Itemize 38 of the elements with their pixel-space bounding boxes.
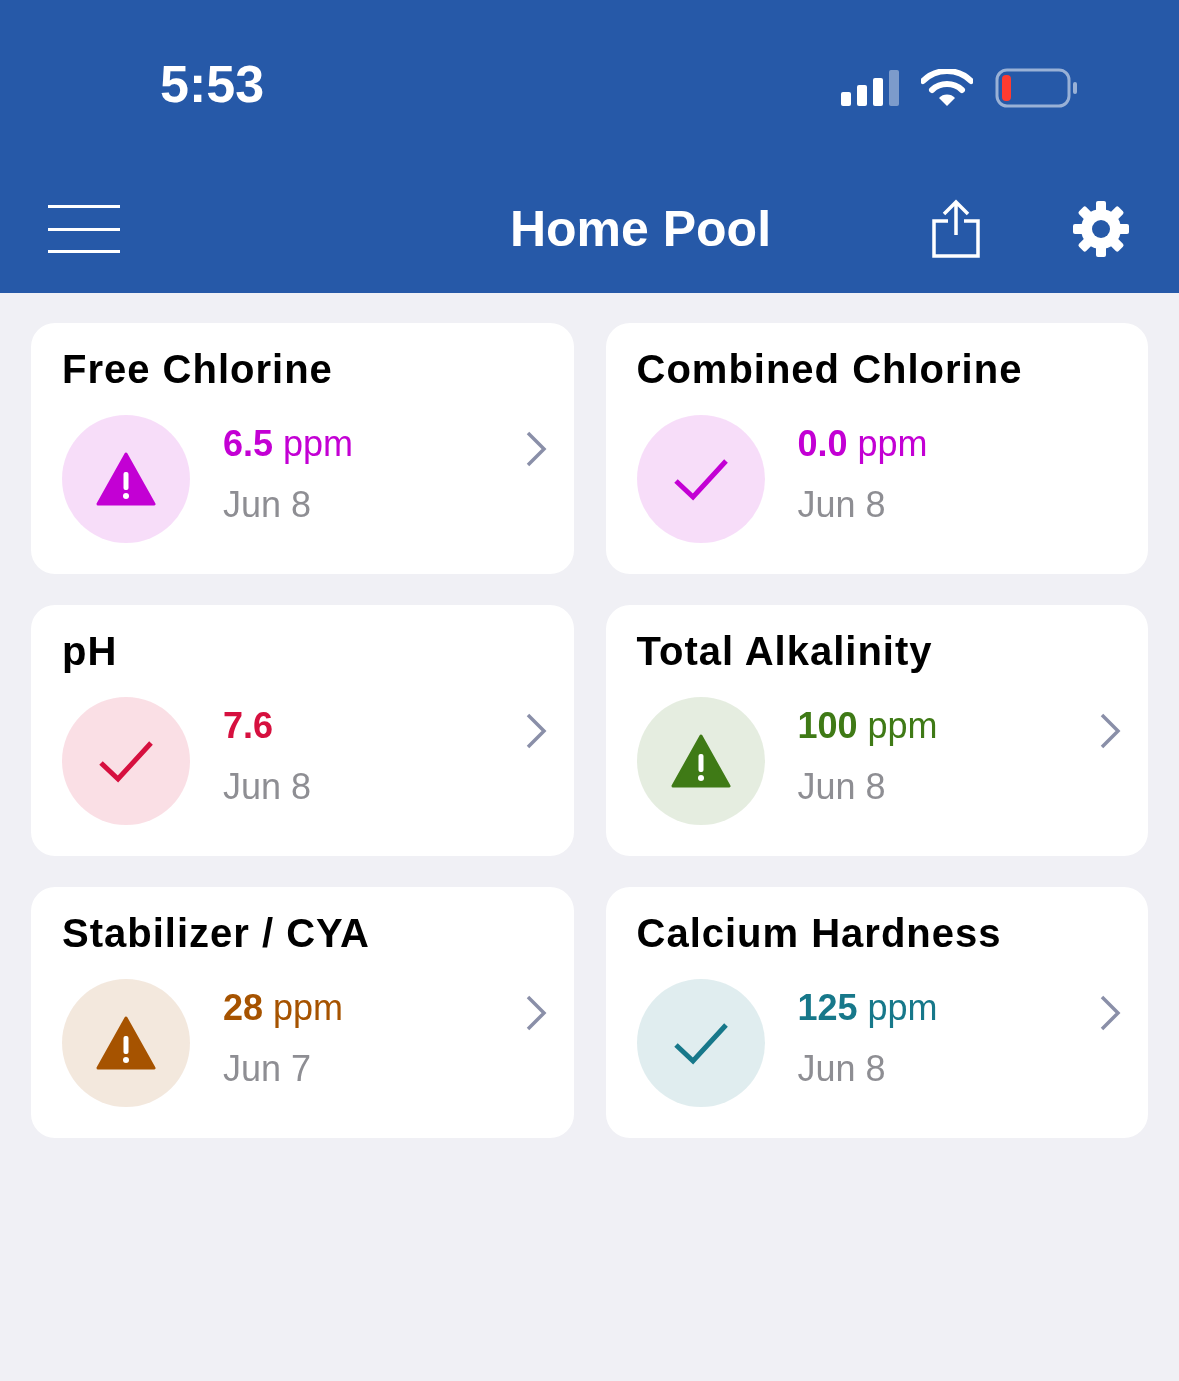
metric-title: pH xyxy=(62,628,119,675)
metric-card[interactable]: Free Chlorine 6.5 ppm Jun 8 xyxy=(31,323,574,574)
metric-title: Combined Chlorine xyxy=(636,346,1024,393)
reading-date: Jun 8 xyxy=(797,483,887,527)
metric-card[interactable]: Stabilizer / CYA 28 ppm Jun 7 xyxy=(31,887,574,1138)
metric-card[interactable]: Total Alkalinity 100 ppm Jun 8 xyxy=(605,605,1148,856)
metric-card[interactable]: pH 7.6 Jun 8 xyxy=(31,605,574,856)
checkmark-icon xyxy=(98,739,154,783)
wifi-icon xyxy=(921,69,973,107)
reading-date: Jun 8 xyxy=(797,1047,887,1091)
settings-button[interactable] xyxy=(1071,199,1131,259)
metric-title: Calcium Hardness xyxy=(636,910,1003,957)
screen-title: Home Pool xyxy=(509,199,772,259)
warning-icon xyxy=(670,734,731,788)
metric-value: 6.5 ppm xyxy=(223,422,355,466)
metric-title: Free Chlorine xyxy=(62,346,334,393)
reading-date: Jun 8 xyxy=(223,765,313,809)
reading-date: Jun 8 xyxy=(223,483,313,527)
warning-icon xyxy=(96,1016,156,1070)
warning-icon xyxy=(96,452,156,506)
reading-date: Jun 8 xyxy=(797,765,887,809)
metric-value: 28 ppm xyxy=(223,986,345,1030)
checkmark-icon xyxy=(672,1021,729,1065)
metric-value: 7.6 xyxy=(223,704,275,748)
status-time: 5:53 xyxy=(160,58,265,110)
menu-button[interactable] xyxy=(48,205,120,253)
metric-value: 125 ppm xyxy=(797,986,939,1030)
share-button[interactable] xyxy=(931,199,981,259)
metric-title: Total Alkalinity xyxy=(636,628,934,675)
reading-date: Jun 7 xyxy=(223,1047,313,1091)
signal-icon xyxy=(841,70,899,106)
battery-icon xyxy=(995,68,1079,108)
metric-value: 0.0 ppm xyxy=(797,422,929,466)
metric-card[interactable]: Combined Chlorine 0.0 ppm Jun 8 xyxy=(605,323,1148,574)
metric-title: Stabilizer / CYA xyxy=(62,910,371,957)
checkmark-icon xyxy=(672,457,729,501)
metric-card[interactable]: Calcium Hardness 125 ppm Jun 8 xyxy=(605,887,1148,1138)
metric-value: 100 ppm xyxy=(797,704,939,748)
